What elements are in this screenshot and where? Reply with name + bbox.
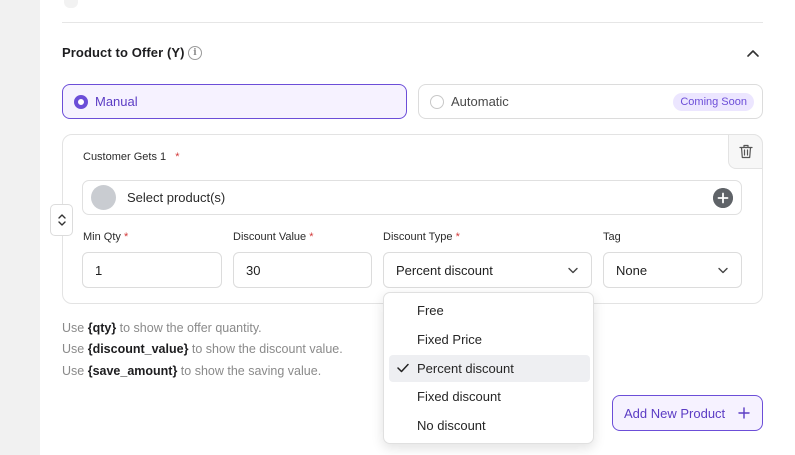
required-mark: * [455, 231, 460, 243]
option-fixed-discount[interactable]: Fixed discount [389, 383, 590, 410]
product-image-placeholder [91, 185, 116, 210]
discount-type-label: Discount Type * [383, 231, 460, 243]
option-percent-discount[interactable]: Percent discount [389, 355, 590, 382]
check-icon [397, 363, 409, 373]
tag-label: Tag [603, 231, 621, 243]
help-line-discount-value: Use {discount_value} to show the discoun… [62, 342, 343, 356]
customer-gets-text: Customer Gets 1 [83, 151, 167, 163]
section-title: Product to Offer (Y) [62, 45, 185, 60]
required-mark: * [175, 151, 180, 163]
required-mark: * [123, 231, 129, 243]
manual-radio[interactable] [74, 94, 88, 109]
add-new-product-label: Add New Product [624, 405, 726, 421]
help-prefix: Use [62, 342, 88, 356]
chevron-up-icon[interactable] [746, 46, 760, 60]
required-mark: * [309, 231, 314, 243]
select-products-field[interactable]: Select product(s) [82, 180, 742, 215]
help-code: {qty} [87, 321, 117, 335]
help-prefix: Use [62, 321, 88, 335]
discount-type-label-text: Discount Type [383, 231, 453, 243]
manual-label: Manual [95, 94, 138, 109]
trash-icon [738, 144, 753, 159]
add-new-product-button[interactable]: Add New Product [612, 395, 763, 431]
min-qty-input[interactable]: 1 [82, 252, 222, 288]
coming-soon-badge: Coming Soon [673, 93, 754, 111]
delete-offer-button[interactable] [728, 134, 763, 169]
tag-value: None [616, 262, 648, 278]
option-percent-discount-label: Percent discount [417, 361, 514, 376]
help-suffix: to show the offer quantity. [116, 321, 262, 335]
automatic-option[interactable]: Automatic Coming Soon [418, 84, 763, 119]
select-products-placeholder: Select product(s) [127, 190, 226, 205]
help-code: {save_amount} [87, 364, 178, 378]
option-no-discount[interactable]: No discount [389, 412, 590, 439]
discount-type-value: Percent discount [396, 262, 493, 278]
discount-type-select[interactable]: Percent discount [383, 252, 592, 288]
discount-value-input[interactable]: 30 [233, 252, 372, 288]
option-free[interactable]: Free [389, 297, 590, 324]
automatic-radio[interactable] [430, 94, 444, 109]
help-suffix: to show the discount value. [188, 342, 343, 356]
chevron-down-icon [718, 267, 728, 274]
min-qty-label-text: Min Qty [83, 231, 121, 243]
info-icon[interactable]: i [188, 46, 202, 60]
plus-circle-icon[interactable] [713, 188, 733, 208]
tag-select[interactable]: None [603, 252, 742, 288]
automatic-label: Automatic [451, 94, 509, 109]
help-code: {discount_value} [87, 342, 189, 356]
help-line-qty: Use {qty} to show the offer quantity. [62, 321, 262, 335]
help-line-save-amount: Use {save_amount} to show the saving val… [62, 364, 321, 378]
discount-value-label-text: Discount Value [233, 231, 307, 243]
up-down-chevron-icon [57, 214, 66, 226]
discount-type-dropdown: Free Fixed Price Percent discount Fixed … [383, 292, 594, 444]
discount-value-label: Discount Value * [233, 231, 314, 243]
plus-icon [738, 407, 750, 419]
reorder-handle[interactable] [50, 204, 73, 236]
option-fixed-price[interactable]: Fixed Price [389, 326, 590, 353]
help-prefix: Use [62, 364, 88, 378]
chevron-down-icon [568, 267, 578, 274]
manual-option[interactable]: Manual [62, 84, 407, 119]
help-suffix: to show the saving value. [177, 364, 322, 378]
section-divider [62, 22, 763, 23]
customer-gets-label: Customer Gets 1 * [83, 151, 179, 163]
min-qty-label: Min Qty * [83, 231, 128, 243]
